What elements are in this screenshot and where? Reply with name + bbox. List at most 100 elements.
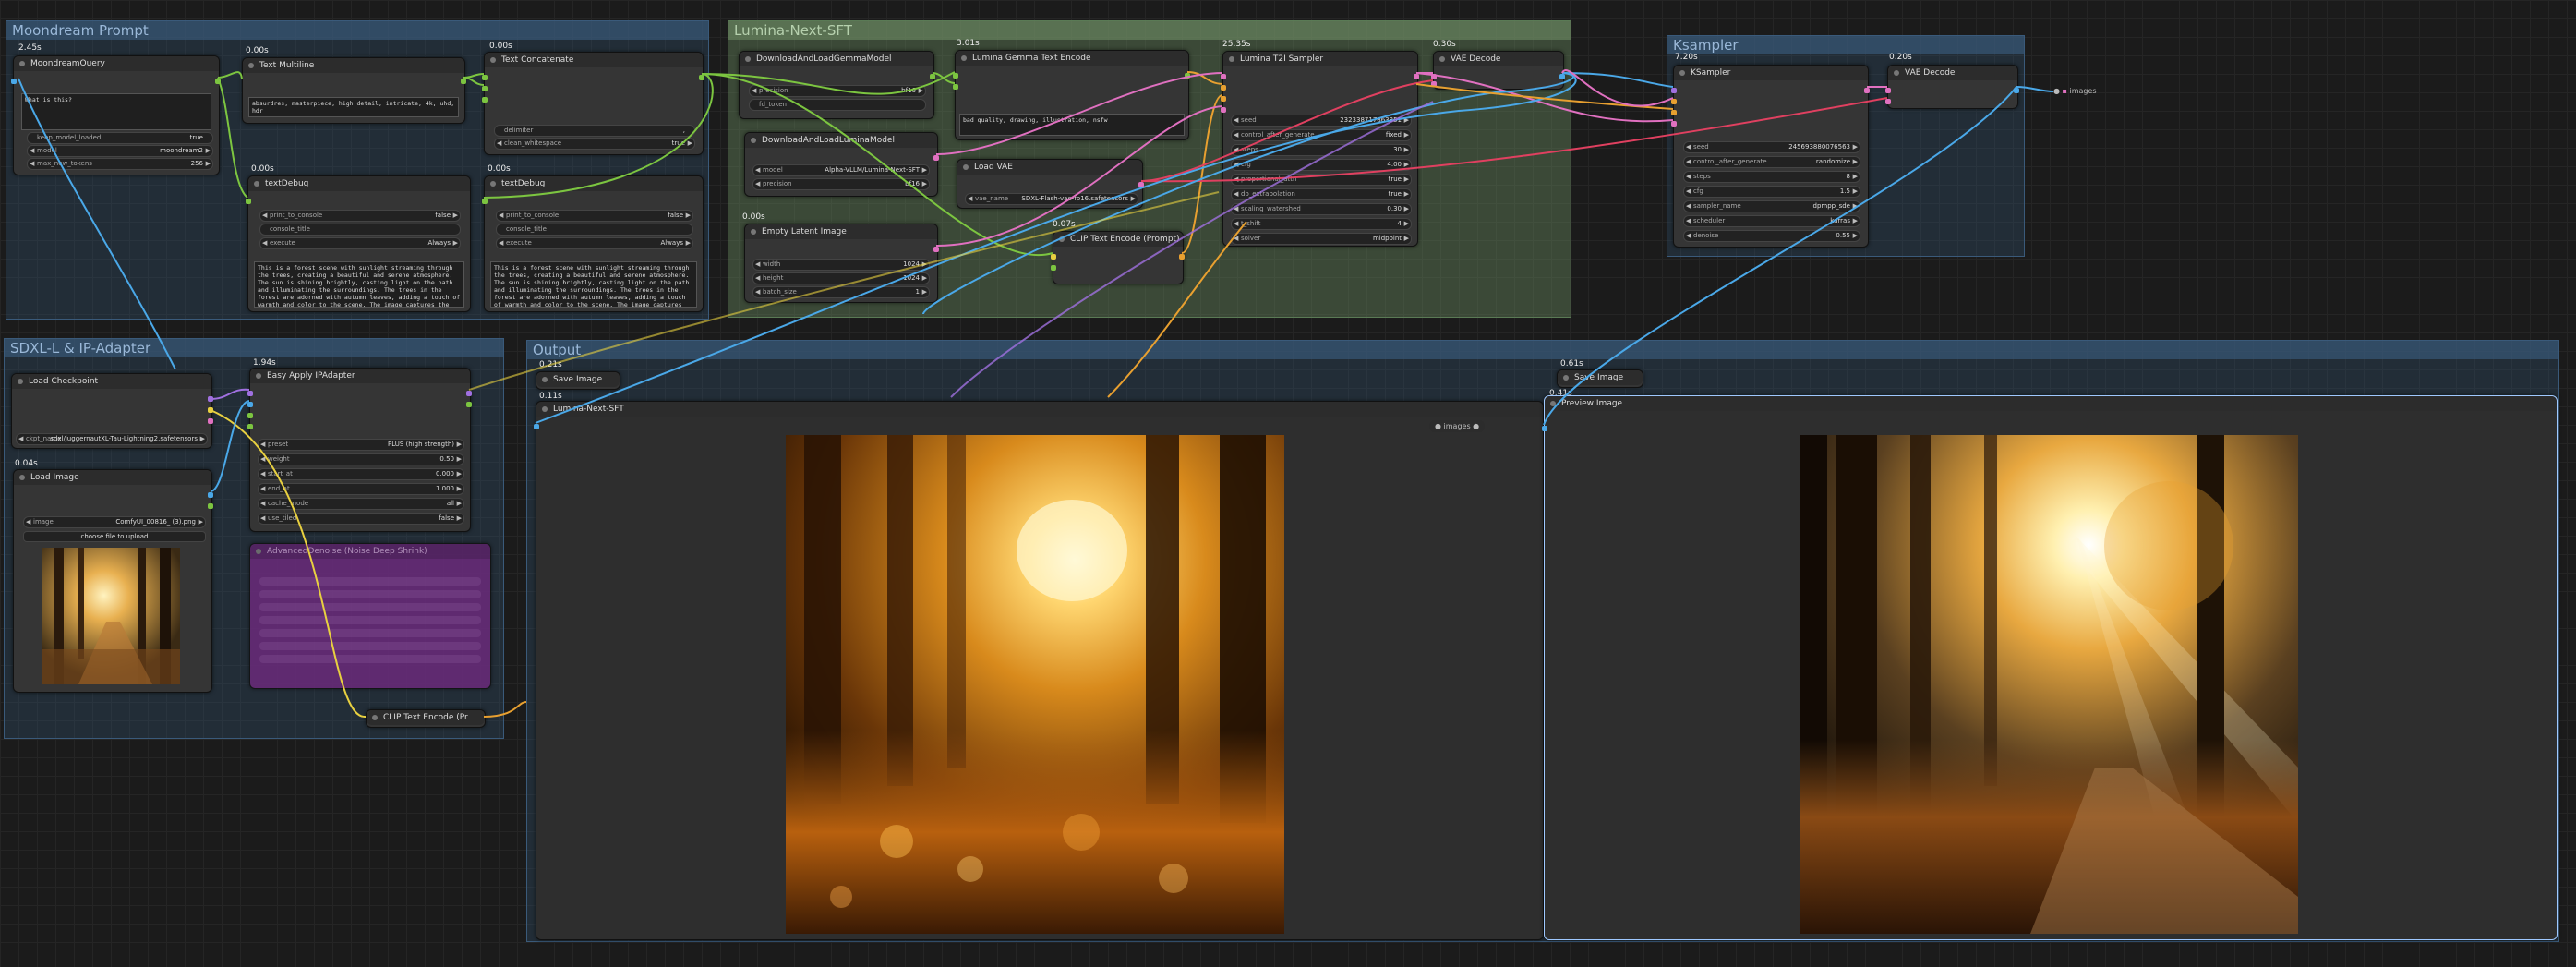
collapse-dot-icon[interactable] [490, 181, 496, 187]
widget-model[interactable]: ◀ model Alpha-VLLM/Lumina-Next-SFT ▶ [752, 164, 930, 176]
widget-height[interactable]: ◀ height 1024 ▶ [752, 272, 930, 284]
output-socket[interactable] [2014, 88, 2019, 93]
collapse-dot-icon[interactable] [1679, 70, 1685, 76]
node-save-image-2[interactable]: Save Image [1557, 369, 1643, 388]
collapse-dot-icon[interactable] [961, 55, 967, 61]
arrow-right-icon[interactable]: ▶ [688, 139, 692, 149]
collapse-dot-icon[interactable] [19, 61, 25, 66]
input-socket[interactable] [1431, 74, 1437, 79]
output-socket[interactable] [466, 402, 472, 407]
output-socket[interactable] [1864, 88, 1870, 93]
collapse-dot-icon[interactable] [372, 715, 378, 720]
arrow-left-icon[interactable]: ◀ [1234, 160, 1238, 170]
arrow-left-icon[interactable]: ◀ [755, 165, 760, 175]
arrow-left-icon[interactable]: ◀ [1686, 231, 1691, 241]
input-socket[interactable] [1671, 88, 1677, 93]
input-socket[interactable] [246, 199, 251, 204]
arrow-right-icon[interactable]: ▶ [206, 146, 211, 156]
output-socket[interactable] [1414, 74, 1419, 79]
widget-sampler-name[interactable]: ◀ sampler_name dpmpp_sde ▶ [1683, 200, 1860, 212]
arrow-right-icon[interactable]: ▶ [199, 517, 203, 527]
arrow-left-icon[interactable]: ◀ [260, 514, 265, 524]
widget-batch-size[interactable]: ◀ batch_size 1 ▶ [752, 286, 930, 298]
arrow-left-icon[interactable]: ◀ [968, 194, 972, 204]
arrow-left-icon[interactable]: ◀ [1686, 157, 1691, 167]
arrow-left-icon[interactable]: ◀ [260, 484, 265, 494]
arrow-right-icon[interactable]: ▶ [1853, 157, 1858, 167]
input-socket[interactable] [1885, 99, 1891, 104]
output-socket[interactable] [208, 503, 213, 509]
arrow-left-icon[interactable]: ◀ [26, 517, 30, 527]
prompt-textarea[interactable]: What is this? [21, 93, 211, 130]
widget-start-at[interactable]: ◀ start_at 0.000 ▶ [258, 468, 464, 480]
arrow-left-icon[interactable]: ◀ [262, 238, 267, 248]
collapse-dot-icon[interactable] [18, 379, 23, 384]
node-load-checkpoint[interactable]: Load Checkpoint ◀ ckpt_name sdxl/juggernau… [11, 373, 213, 449]
input-socket[interactable] [953, 84, 958, 90]
collapse-dot-icon[interactable] [256, 373, 261, 379]
arrow-left-icon[interactable]: ◀ [260, 440, 265, 450]
arrow-right-icon[interactable]: ▶ [922, 273, 927, 284]
arrow-left-icon[interactable]: ◀ [1234, 130, 1238, 140]
arrow-left-icon[interactable]: ◀ [1234, 189, 1238, 199]
input-socket[interactable] [1431, 81, 1437, 87]
output-socket[interactable] [215, 79, 221, 84]
arrow-right-icon[interactable]: ▶ [1131, 194, 1136, 204]
input-socket[interactable] [1542, 426, 1547, 431]
arrow-left-icon[interactable]: ◀ [1234, 204, 1238, 214]
widget-cfg[interactable]: ◀ cfg 4.00 ▶ [1231, 159, 1412, 171]
arrow-right-icon[interactable]: ▶ [922, 165, 927, 175]
reroute-images[interactable]: ● images ● [1429, 420, 1486, 432]
group-title[interactable]: SDXL-L & IP-Adapter [5, 339, 503, 357]
widget-control-after-generate[interactable]: ◀ control_after_generate fixed ▶ [1231, 129, 1412, 141]
widget-console-title[interactable]: console_title [259, 224, 461, 236]
node-load-image[interactable]: Load Image ◀ image ComfyUI_00816_ (3).png ▶… [13, 469, 213, 693]
widget-print-to-console[interactable]: ◀ print_to_console false ▶ [496, 210, 693, 222]
arrow-right-icon[interactable]: ▶ [919, 86, 923, 96]
arrow-left-icon[interactable]: ◀ [755, 273, 760, 284]
input-socket[interactable] [482, 75, 488, 80]
negative-prompt-textarea[interactable]: bad quality, drawing, illustration, nsfw [959, 114, 1185, 136]
node-textdebug-2[interactable]: textDebug ◀ print_to_console false ▶ consol… [482, 175, 704, 312]
node-textdebug-1[interactable]: textDebug ◀ print_to_console false ▶ consol… [246, 175, 471, 312]
group-title[interactable]: Lumina-Next-SFT [728, 21, 1571, 40]
input-socket[interactable] [247, 424, 253, 429]
arrow-left-icon[interactable]: ◀ [499, 238, 503, 248]
node-bypassed-purple[interactable]: AdvancedDenoise (Noise Deep Shrink) [249, 543, 491, 689]
collapse-dot-icon[interactable] [1439, 56, 1445, 62]
arrow-right-icon[interactable]: ▶ [1404, 189, 1409, 199]
arrow-right-icon[interactable]: ▶ [686, 238, 691, 248]
widget-t-shift[interactable]: ◀ t_shift 4 ▶ [1231, 218, 1412, 230]
widget-scaling-watershed[interactable]: ◀ scaling_watershed 0.30 ▶ [1231, 203, 1412, 215]
arrow-left-icon[interactable]: ◀ [262, 211, 267, 221]
widget-cache-mode[interactable]: ◀ cache_mode all ▶ [258, 498, 464, 510]
widget-scheduler[interactable]: ◀ scheduler karras ▶ [1683, 215, 1860, 227]
widget-seed[interactable]: ◀ seed 245693880076563 ▶ [1683, 141, 1860, 153]
arrow-left-icon[interactable]: ◀ [1686, 187, 1691, 197]
widget-delimiter[interactable]: delimiter, [494, 125, 695, 137]
input-socket[interactable] [1221, 74, 1226, 79]
arrow-right-icon[interactable]: ▶ [457, 484, 462, 494]
arrow-left-icon[interactable]: ◀ [1686, 201, 1691, 212]
input-socket[interactable] [247, 391, 253, 396]
node-clip-text-encode[interactable]: CLIP Text Encode (Prompt) [1051, 231, 1185, 284]
arrow-left-icon[interactable]: ◀ [755, 287, 760, 297]
arrow-left-icon[interactable]: ◀ [1234, 234, 1238, 244]
arrow-right-icon[interactable]: ▶ [922, 179, 927, 189]
widget-steps[interactable]: ◀ steps 30 ▶ [1231, 144, 1412, 156]
output-socket[interactable] [208, 418, 213, 424]
widget-image-file[interactable]: ◀ image ComfyUI_00816_ (3).png ▶ [23, 516, 206, 528]
collapse-dot-icon[interactable] [256, 549, 261, 554]
collapse-dot-icon[interactable] [1550, 401, 1556, 406]
widget-steps[interactable]: ◀ steps 8 ▶ [1683, 171, 1860, 183]
widget-solver[interactable]: ◀ solver midpoint ▶ [1231, 233, 1412, 245]
widget-vae-name[interactable]: ◀ vae_name SDXL-Flash-vae-fp16.safetensors… [965, 193, 1138, 205]
input-socket[interactable] [247, 402, 253, 407]
arrow-right-icon[interactable]: ▶ [1853, 216, 1858, 226]
input-socket[interactable] [482, 97, 488, 103]
input-socket[interactable] [1221, 96, 1226, 102]
arrow-left-icon[interactable]: ◀ [30, 159, 34, 169]
node-download-gemma-model[interactable]: DownloadAndLoadGemmaModel ◀ precision bf16… [739, 51, 935, 119]
widget-use-tiled[interactable]: ◀ use_tiled false ▶ [258, 513, 464, 525]
input-socket[interactable] [482, 86, 488, 91]
